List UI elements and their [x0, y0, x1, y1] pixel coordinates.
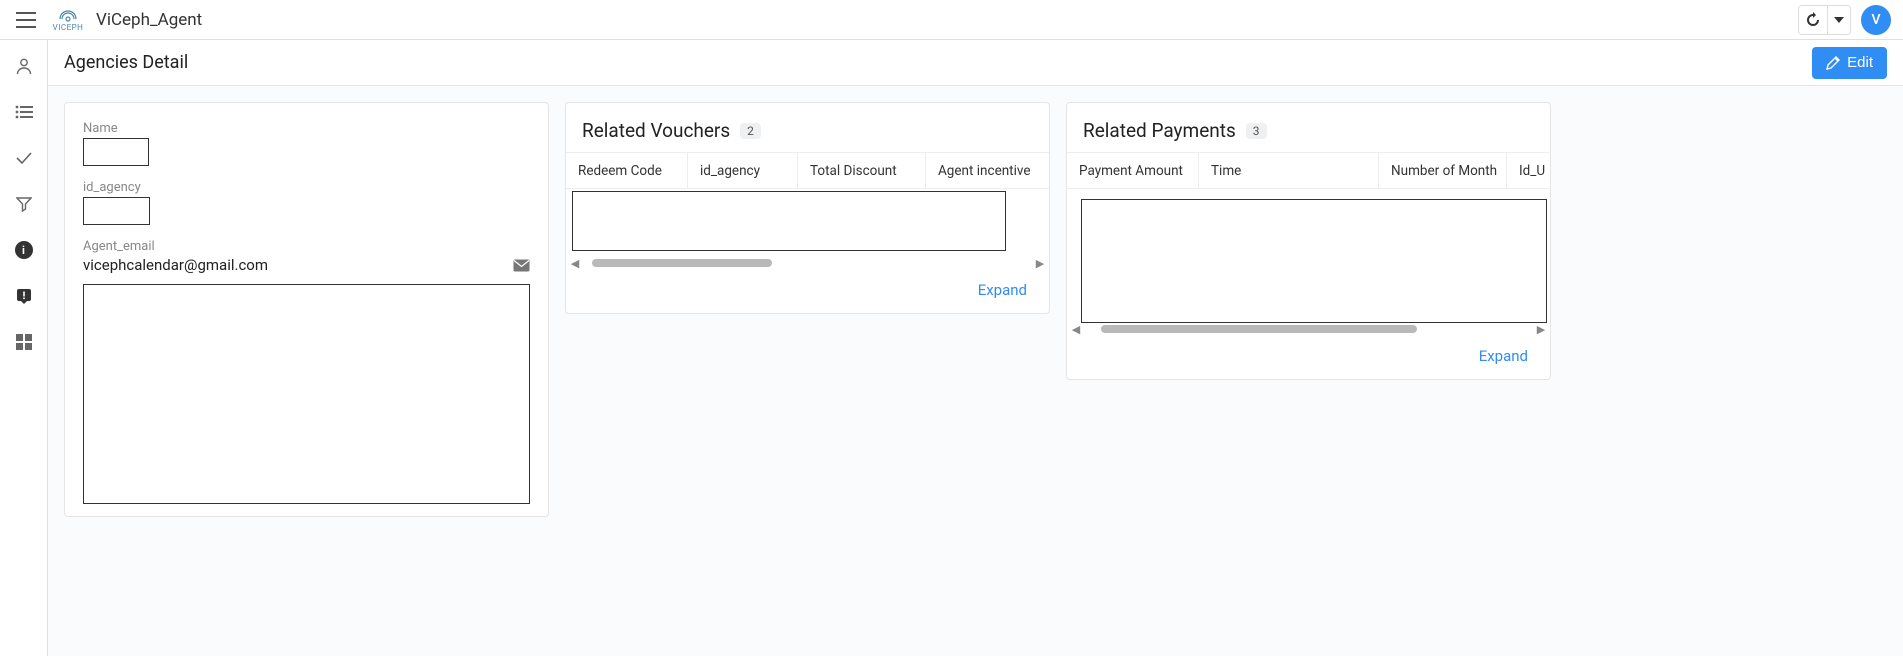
scroll-right-icon[interactable]: ▶	[1035, 257, 1045, 270]
payments-col-time[interactable]: Time	[1199, 153, 1379, 188]
field-id-agency: id_agency	[83, 180, 530, 225]
left-nav-rail: i	[0, 40, 48, 656]
content-pane: Agencies Detail Edit Name id_agency Agen…	[48, 40, 1903, 656]
scroll-track[interactable]	[586, 259, 1029, 267]
logo-text: VICEPH	[53, 23, 84, 32]
edit-icon	[1826, 55, 1841, 70]
field-id-agency-value-box	[83, 197, 150, 225]
nav-apps[interactable]	[12, 330, 36, 354]
hamburger-icon	[16, 12, 36, 28]
vouchers-table: Redeem Code id_agency Total Discount Age…	[566, 152, 1049, 271]
sync-icon	[1805, 12, 1821, 28]
payments-hscroll[interactable]: ◀ ▶	[1067, 321, 1550, 337]
apps-grid-icon	[16, 334, 32, 350]
scroll-left-icon[interactable]: ◀	[570, 257, 580, 270]
payments-col-number-of-month[interactable]: Number of Month	[1379, 153, 1507, 188]
vouchers-table-body	[566, 189, 1049, 255]
nav-alert[interactable]	[12, 284, 36, 308]
vouchers-col-id-agency[interactable]: id_agency	[688, 153, 798, 188]
caret-down-icon	[1834, 17, 1844, 23]
user-avatar[interactable]: V	[1861, 5, 1891, 35]
agent-email-value: vicephcalendar@gmail.com	[83, 256, 268, 274]
logo-icon: VICEPH	[54, 6, 82, 34]
envelope-icon	[513, 259, 530, 272]
field-name: Name	[83, 121, 530, 166]
nav-list[interactable]	[12, 100, 36, 124]
detail-card: Name id_agency Agent_email vicephcalenda…	[64, 102, 549, 517]
related-vouchers-header: Related Vouchers 2	[566, 103, 1049, 152]
nav-filter[interactable]	[12, 192, 36, 216]
vouchers-col-total-discount[interactable]: Total Discount	[798, 153, 926, 188]
app-logo: VICEPH	[54, 6, 82, 34]
nav-user[interactable]	[12, 54, 36, 78]
info-icon: i	[15, 241, 33, 259]
vouchers-expand-row: Expand	[566, 271, 1049, 313]
field-name-value-box	[83, 138, 149, 166]
field-name-label: Name	[83, 121, 530, 136]
sync-button[interactable]	[1799, 6, 1827, 34]
user-icon	[15, 57, 33, 75]
vouchers-expand-link[interactable]: Expand	[978, 281, 1027, 299]
top-bar-right: V	[1798, 5, 1891, 35]
related-vouchers-card: Related Vouchers 2 Redeem Code id_agency…	[565, 102, 1050, 314]
page-title: Agencies Detail	[64, 52, 188, 73]
payments-body-overlay	[1081, 199, 1547, 323]
vouchers-col-redeem-code[interactable]: Redeem Code	[566, 153, 688, 188]
payments-table-body	[1067, 189, 1550, 321]
top-bar: VICEPH ViCeph_Agent V	[0, 0, 1903, 40]
scroll-thumb[interactable]	[1101, 325, 1417, 333]
payments-table-head: Payment Amount Time Number of Month Id_U	[1067, 153, 1550, 189]
scroll-thumb[interactable]	[592, 259, 772, 267]
payments-table: Payment Amount Time Number of Month Id_U…	[1067, 152, 1550, 337]
filter-icon	[16, 196, 32, 212]
edit-button[interactable]: Edit	[1812, 47, 1887, 79]
related-vouchers-title: Related Vouchers	[582, 119, 730, 142]
scroll-track[interactable]	[1087, 325, 1530, 333]
sync-dropdown-button[interactable]	[1827, 6, 1850, 34]
sync-button-group	[1798, 5, 1851, 35]
payments-expand-link[interactable]: Expand	[1479, 347, 1528, 365]
check-icon	[15, 151, 33, 165]
main-area: i Agencies Detail Edit Name	[0, 40, 1903, 656]
vouchers-body-overlay	[572, 191, 1006, 251]
detail-extra-box	[83, 284, 530, 504]
related-payments-header: Related Payments 3	[1067, 103, 1550, 152]
related-payments-title: Related Payments	[1083, 119, 1236, 142]
payments-col-id-u[interactable]: Id_U	[1507, 153, 1550, 188]
top-bar-left: VICEPH ViCeph_Agent	[12, 6, 202, 34]
agent-email-row: vicephcalendar@gmail.com	[83, 256, 530, 274]
edit-button-label: Edit	[1847, 54, 1873, 71]
vouchers-table-head: Redeem Code id_agency Total Discount Age…	[566, 153, 1049, 189]
page-header: Agencies Detail Edit	[48, 40, 1903, 86]
payments-expand-row: Expand	[1067, 337, 1550, 379]
field-agent-email: Agent_email vicephcalendar@gmail.com	[83, 239, 530, 274]
vouchers-hscroll[interactable]: ◀ ▶	[566, 255, 1049, 271]
nav-info[interactable]: i	[12, 238, 36, 262]
related-vouchers-count-badge: 2	[740, 123, 761, 139]
vouchers-col-agent-incentive[interactable]: Agent incentive	[926, 153, 1049, 188]
related-payments-count-badge: 3	[1246, 123, 1267, 139]
nav-check[interactable]	[12, 146, 36, 170]
field-agent-email-label: Agent_email	[83, 239, 530, 254]
content-columns: Name id_agency Agent_email vicephcalenda…	[48, 86, 1903, 533]
menu-toggle-button[interactable]	[12, 6, 40, 34]
email-action-button[interactable]	[513, 259, 530, 272]
field-id-agency-label: id_agency	[83, 180, 530, 195]
list-icon	[15, 105, 33, 119]
payments-col-payment-amount[interactable]: Payment Amount	[1067, 153, 1199, 188]
scroll-left-icon[interactable]: ◀	[1071, 323, 1081, 336]
avatar-initial: V	[1871, 12, 1880, 28]
scroll-right-icon[interactable]: ▶	[1536, 323, 1546, 336]
app-title: ViCeph_Agent	[96, 10, 202, 30]
related-payments-card: Related Payments 3 Payment Amount Time N…	[1066, 102, 1551, 380]
alert-icon	[15, 287, 33, 305]
